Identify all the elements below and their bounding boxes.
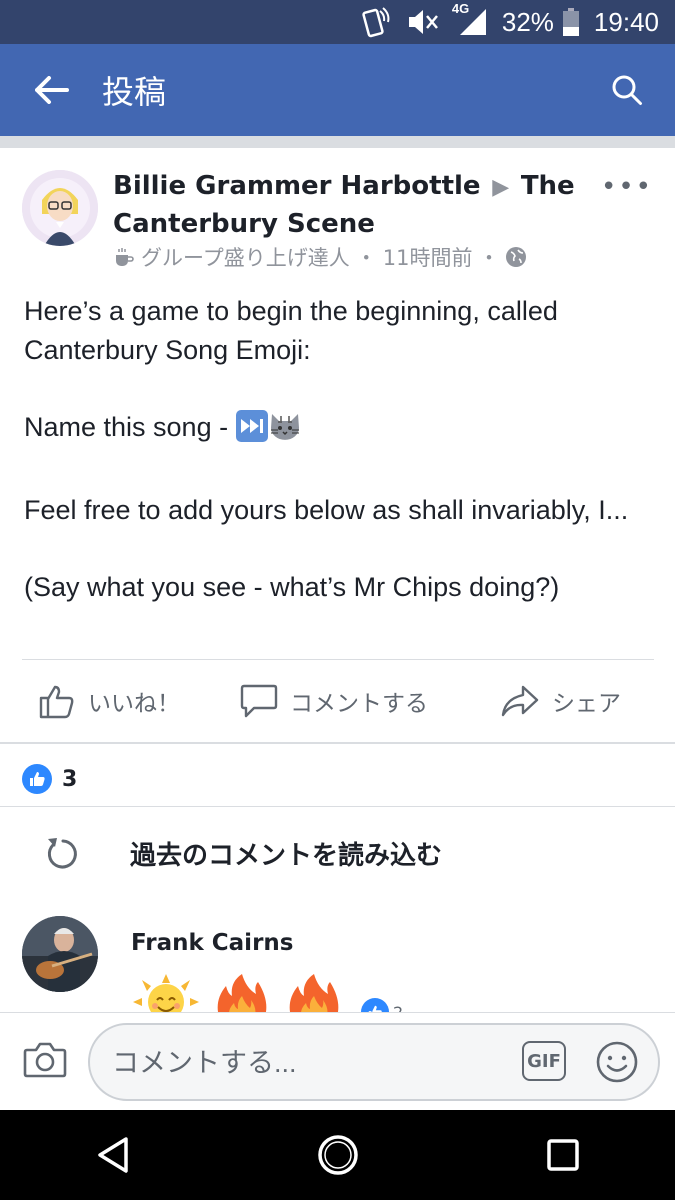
comment-emoji-row: 2 [131, 972, 403, 1014]
gif-button[interactable]: GIF [522, 1041, 566, 1081]
app-bar: 投稿 [0, 44, 675, 136]
author-avatar[interactable] [22, 170, 98, 246]
post-actions: いいね！ コメントする シェア [0, 662, 675, 740]
comment-button[interactable]: コメントする [240, 683, 428, 719]
post-paragraph: Here’s a game to begin the beginning, ca… [24, 296, 558, 365]
network-type: 4G [451, 1, 470, 16]
fire-icon [289, 974, 339, 1014]
comment-label: コメントする [290, 691, 428, 717]
square-recents-icon [546, 1139, 579, 1171]
post-paragraph: (Say what you see - what’s Mr Chips doin… [24, 572, 560, 602]
fast-forward-icon [235, 410, 268, 453]
more-options-button[interactable]: ••• [601, 172, 653, 202]
share-label: シェア [552, 691, 621, 717]
share-button[interactable]: シェア [500, 683, 621, 719]
triangle-back-icon [97, 1137, 128, 1173]
coffee-cup-icon [116, 248, 134, 266]
system-nav-bar [0, 1110, 675, 1200]
like-label: いいね！ [88, 691, 180, 717]
post-time[interactable]: 11時間前 [383, 242, 473, 272]
cat-face-icon [268, 410, 302, 453]
camera-button[interactable] [22, 1037, 68, 1083]
author-name[interactable]: Billie Grammer Harbottle [113, 171, 481, 201]
load-previous-comments-label: 過去のコメントを読み込む [130, 840, 443, 871]
fire-icon [217, 974, 267, 1014]
back-arrow-icon [35, 76, 69, 104]
section-divider [0, 136, 675, 148]
nav-recents-button[interactable] [533, 1125, 593, 1185]
battery-icon [562, 7, 580, 37]
clock: 19:40 [593, 6, 659, 37]
meta-separator: ・ [478, 246, 500, 270]
page-title: 投稿 [102, 73, 167, 111]
comment-input[interactable] [110, 1039, 494, 1087]
meta-separator: ・ [355, 246, 377, 270]
like-reaction-icon [22, 764, 52, 794]
signal-icon: 4G [452, 1, 488, 37]
comment-input-container: GIF [88, 1023, 660, 1101]
post-paragraph-text: Name this song - [24, 412, 236, 442]
search-icon [612, 75, 642, 105]
post-header: Billie Grammer Harbottle ▶ The Canterbur… [0, 160, 675, 280]
refresh-icon [40, 830, 86, 876]
back-button[interactable] [24, 62, 80, 118]
like-button[interactable]: いいね！ [38, 682, 180, 720]
post-paragraph: Feel free to add yours below as shall in… [24, 495, 629, 525]
circle-home-icon [317, 1135, 358, 1175]
reactions-divider [0, 806, 675, 807]
status-bar: 4G 32% 19:40 [0, 0, 675, 44]
globe-icon [506, 247, 527, 267]
post-paragraph-song: Name this song - [24, 408, 654, 453]
commenter-avatar[interactable] [22, 916, 98, 992]
battery-percent: 32% [501, 6, 554, 37]
group-arrow-icon: ▶ [484, 175, 517, 200]
sun-face-icon [133, 974, 199, 1014]
vibrate-ring-icon [358, 5, 392, 39]
camera-icon [23, 1042, 67, 1078]
sticker-button[interactable] [594, 1039, 640, 1085]
nav-back-button[interactable] [83, 1125, 143, 1185]
member-badge: グループ盛り上げ達人 [141, 246, 350, 270]
thumbs-up-icon [39, 685, 74, 719]
smiley-icon [596, 1041, 638, 1083]
share-arrow-icon [501, 685, 539, 717]
mute-icon [406, 7, 440, 37]
post-divider [22, 659, 654, 660]
search-button[interactable] [599, 62, 655, 118]
comment-item: Frank Cairns 2 [0, 910, 675, 1014]
comment-bubble-icon [240, 684, 278, 718]
reaction-summary[interactable]: 3 [22, 764, 77, 794]
post-body: Here’s a game to begin the beginning, ca… [24, 292, 654, 645]
load-previous-comments-button[interactable]: 過去のコメントを読み込む [0, 808, 675, 898]
commenter-name[interactable]: Frank Cairns [131, 930, 293, 956]
post-meta: グループ盛り上げ達人 ・ 11時間前 ・ [113, 242, 527, 272]
post-author-line: Billie Grammer Harbottle ▶ The Canterbur… [113, 168, 593, 242]
comment-composer: GIF [0, 1012, 675, 1110]
nav-home-button[interactable] [308, 1125, 368, 1185]
actions-divider [0, 742, 675, 744]
reaction-count: 3 [62, 766, 78, 792]
